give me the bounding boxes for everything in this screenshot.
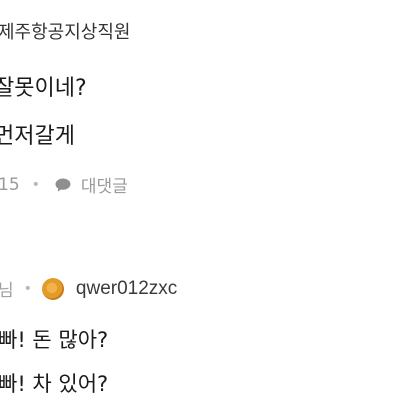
speech-bubble-icon <box>55 178 71 192</box>
comment-2-body-line-2: 빠! 차 있어? <box>0 372 109 396</box>
separator-dot: • <box>31 176 40 193</box>
comment-2-prefix: 님 <box>0 281 14 301</box>
avatar[interactable] <box>41 277 64 300</box>
comment-2-username[interactable]: qwer012zxc <box>76 278 177 300</box>
comment-1-meta-row: 15 • 대댓글 <box>0 172 128 198</box>
comment-1-body-line-1: 잘못이네? <box>0 76 87 101</box>
comment-1-username[interactable]: 제주항공지상직원 <box>0 18 130 44</box>
comment-1-body-line-2: 먼저갈게 <box>0 124 75 149</box>
like-count: 15 <box>0 174 20 195</box>
separator-dot: • <box>23 280 32 297</box>
comment-2-body-line-1: 빠! 돈 많아? <box>0 328 109 352</box>
comment-2-header: 님 • qwer012zxc <box>0 276 177 301</box>
reply-button[interactable]: 대댓글 <box>81 172 128 197</box>
